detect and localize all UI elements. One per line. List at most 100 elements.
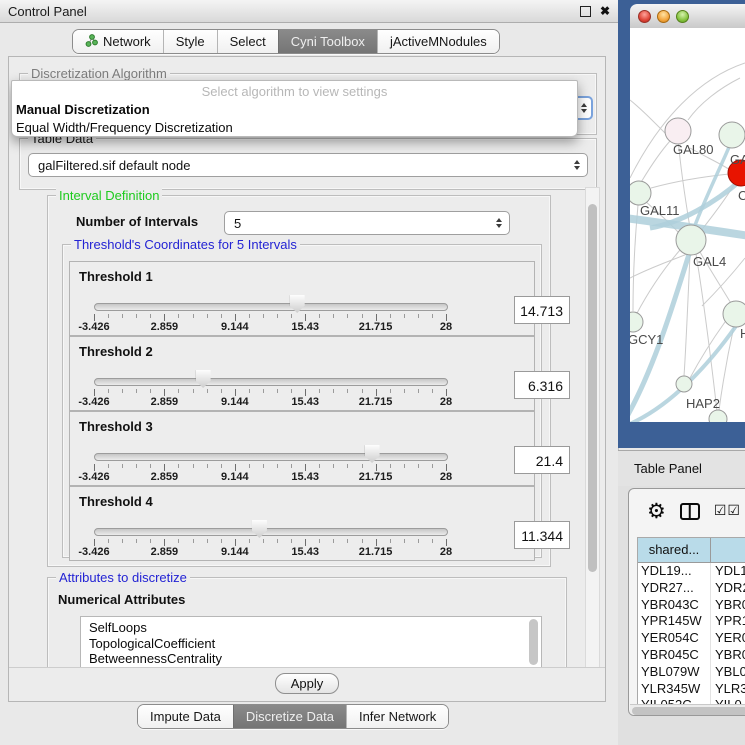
number-of-intervals-combobox[interactable]: 5 xyxy=(224,211,510,235)
tick-label: -3.426 xyxy=(78,546,109,558)
table-horizontal-scrollbar-thumb[interactable] xyxy=(632,707,745,715)
cell-shared-name: YLR345W xyxy=(638,681,711,698)
node-gal11 xyxy=(630,181,651,205)
number-of-intervals-value: 5 xyxy=(234,216,241,231)
tick-label: 9.144 xyxy=(221,321,249,333)
list-scrollbar[interactable] xyxy=(529,619,538,665)
table-row[interactable]: YBR045CYBR0... xyxy=(638,647,745,664)
tick-mark xyxy=(164,464,165,471)
tick-mark xyxy=(432,314,433,318)
tick-mark xyxy=(207,314,208,318)
attribute-item-topologicalcoefficient[interactable]: TopologicalCoefficient xyxy=(81,636,541,652)
select-columns-icon[interactable]: ☑☑ xyxy=(714,503,741,519)
tab-style[interactable]: Style xyxy=(163,30,217,53)
combo-arrows-icon xyxy=(574,160,580,170)
gear-icon[interactable]: ⚙ xyxy=(647,501,666,521)
slider-track[interactable] xyxy=(94,453,448,461)
threshold-value-field[interactable]: 14.713 xyxy=(514,296,570,324)
table-row[interactable]: YBL079WYBL0... xyxy=(638,664,745,681)
split-panel-icon[interactable] xyxy=(680,503,700,520)
attributes-group-title: Attributes to discretize xyxy=(56,570,190,585)
table-row[interactable]: YBR043CYBR0... xyxy=(638,597,745,614)
tick-mark xyxy=(319,314,320,318)
tab-jactivemnodules[interactable]: jActiveMNodules xyxy=(377,30,499,53)
tick-mark xyxy=(347,539,348,543)
table-horizontal-scrollbar[interactable] xyxy=(630,704,745,716)
threshold-value-field[interactable]: 21.4 xyxy=(514,446,570,474)
tab-impute-data[interactable]: Impute Data xyxy=(138,705,233,728)
zoom-traffic-light-icon[interactable] xyxy=(676,10,689,23)
table-row[interactable]: YLR345WYLR3... xyxy=(638,681,745,698)
network-view-window: GAL80GALCGAL11GAL4GCY1HHAP2 xyxy=(618,0,745,448)
tick-mark xyxy=(362,539,363,543)
tick-label: 15.43 xyxy=(291,396,319,408)
network-canvas[interactable]: GAL80GALCGAL11GAL4GCY1HHAP2 xyxy=(630,28,745,422)
close-traffic-light-icon[interactable] xyxy=(638,10,651,23)
algorithm-dropdown-placeholder: Select algorithm to view settings xyxy=(12,83,577,101)
tick-mark xyxy=(404,464,405,468)
apply-button[interactable]: Apply xyxy=(275,673,340,694)
bottom-tab-strip: Impute DataDiscretize DataInfer Network xyxy=(137,704,449,729)
tick-label: 9.144 xyxy=(221,396,249,408)
threshold-coordinates-group: Threshold's Coordinates for 5 Intervals … xyxy=(62,244,542,558)
minimize-traffic-light-icon[interactable] xyxy=(657,10,670,23)
tick-mark xyxy=(94,314,95,321)
tick-mark xyxy=(390,539,391,543)
slider-track[interactable] xyxy=(94,528,448,536)
cell-shared-name: YBR045C xyxy=(638,647,711,664)
tick-mark xyxy=(207,464,208,468)
tab-label: jActiveMNodules xyxy=(390,34,487,49)
slider-track[interactable] xyxy=(94,378,448,386)
tab-label: Style xyxy=(176,34,205,49)
threshold-label: Threshold 4 xyxy=(79,494,153,509)
close-icon[interactable]: ✖ xyxy=(600,6,610,16)
interval-definition-group: Interval Definition Number of Intervals … xyxy=(47,195,551,567)
threshold-coordinates-group-title: Threshold's Coordinates for 5 Intervals xyxy=(71,237,300,252)
numerical-attributes-list[interactable]: SelfLoopsTopologicalCoefficientBetweenne… xyxy=(80,616,542,668)
cell-shared-name: YDL19... xyxy=(638,563,711,580)
tick-label: 21.715 xyxy=(359,321,393,333)
table-row[interactable]: YER054CYER0... xyxy=(638,630,745,647)
tick-label: 15.43 xyxy=(291,471,319,483)
algorithm-option-equal-width[interactable]: Equal Width/Frequency Discretization xyxy=(12,119,577,137)
attribute-item-selfloops[interactable]: SelfLoops xyxy=(81,617,541,636)
tab-label: Cyni Toolbox xyxy=(291,34,365,49)
float-window-icon[interactable] xyxy=(580,6,591,17)
cell-name: YBR0... xyxy=(711,597,745,614)
tick-mark xyxy=(235,389,236,396)
tick-mark xyxy=(136,314,137,318)
node-label-h: H xyxy=(740,326,745,341)
panel-scrollbar[interactable] xyxy=(585,187,600,699)
tick-mark xyxy=(446,539,447,546)
table-row[interactable]: YPR145WYPR1... xyxy=(638,613,745,630)
tab-network[interactable]: Network xyxy=(73,30,163,53)
slider-track[interactable] xyxy=(94,303,448,311)
tab-select[interactable]: Select xyxy=(217,30,278,53)
tick-mark xyxy=(207,539,208,543)
table-data-combobox[interactable]: galFiltered.sif default node xyxy=(28,153,588,177)
threshold-value-field[interactable]: 6.316 xyxy=(514,371,570,399)
interval-definition-group-title: Interval Definition xyxy=(56,188,162,203)
column-header-name[interactable]: na xyxy=(711,538,745,562)
node-attribute-table: shared... na YDL19...YDL1...YDR27...YDR2… xyxy=(637,537,745,715)
tick-mark xyxy=(376,314,377,321)
tick-mark xyxy=(108,389,109,393)
combo-arrows-icon xyxy=(581,103,587,113)
tab-discretize-data[interactable]: Discretize Data xyxy=(233,705,346,728)
table-row[interactable]: YDR27...YDR2... xyxy=(638,580,745,597)
attribute-item-betweennesscentrality[interactable]: BetweennessCentrality xyxy=(81,651,541,667)
tick-mark xyxy=(291,314,292,318)
column-header-shared-name[interactable]: shared... xyxy=(638,538,711,562)
tick-mark xyxy=(94,539,95,546)
tab-cyni-toolbox[interactable]: Cyni Toolbox xyxy=(278,30,377,53)
tab-infer-network[interactable]: Infer Network xyxy=(346,705,448,728)
node-label-c: C xyxy=(738,188,745,203)
tick-mark xyxy=(404,314,405,318)
cell-shared-name: YBR043C xyxy=(638,597,711,614)
tick-mark xyxy=(333,539,334,543)
algorithm-option-manual[interactable]: Manual Discretization xyxy=(12,101,577,119)
table-row[interactable]: YDL19...YDL1... xyxy=(638,563,745,580)
tick-mark xyxy=(347,464,348,468)
panel-scrollbar-thumb[interactable] xyxy=(588,204,597,572)
threshold-value-field[interactable]: 11.344 xyxy=(514,521,570,549)
